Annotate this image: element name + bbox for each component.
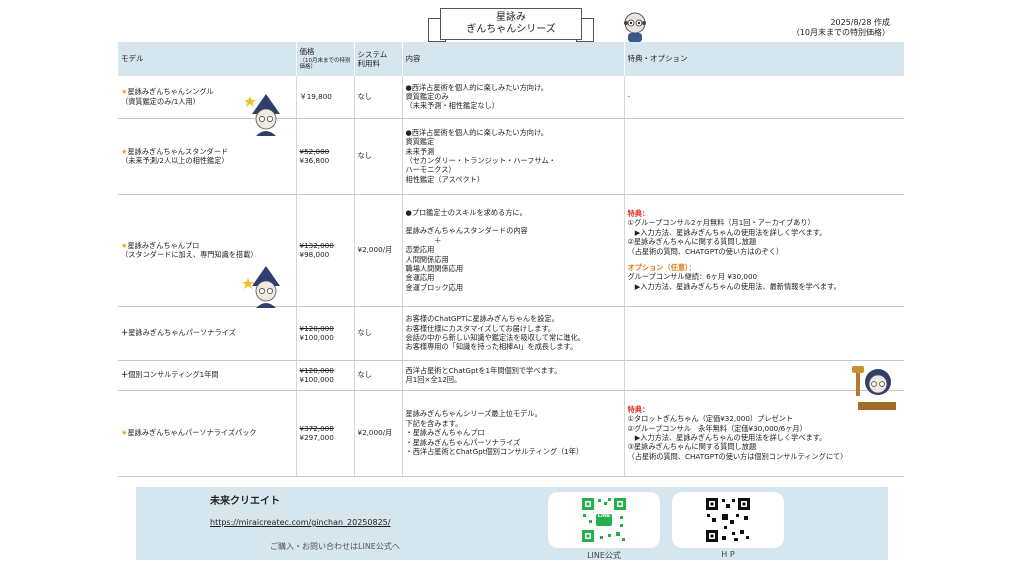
fee-cell: ¥2,000/月 <box>354 194 403 307</box>
ginchan-mascot-icon <box>624 12 646 42</box>
content-cell: ●西洋占星術を個人的に楽しみたい方向け。 資質鑑定のみ （未来予測・相性鑑定なし… <box>402 76 625 119</box>
content-cell: 西洋占星術とChatGptを1年間個別で学べます。 月1回×全12回。 <box>402 360 625 391</box>
date-note: （10月末までの特別価格） <box>791 28 890 37</box>
current-price: ¥297,000 <box>299 433 334 442</box>
title-line-1: 星詠み <box>496 12 526 23</box>
pricing-table: モデル 価格 （10月末までの特別価格） システム 利用料 内容 特典・オプショ… <box>118 42 904 477</box>
price-cell: ¥52,000 ¥36,800 <box>296 118 355 195</box>
col-header-benefits: 特典・オプション <box>624 42 904 76</box>
old-price: ¥120,000 <box>299 323 334 333</box>
table-row: ★星詠みぎんちゃんシングル （資質鑑定のみ/1人用） ￥19,800 なし ●西… <box>118 76 904 119</box>
benefits-cell <box>624 118 904 195</box>
price-cell: ¥372,000 ¥297,000 <box>296 390 355 477</box>
benefits-cell: 特典： ①グループコンサル2ヶ月無料（月1回・アーカイブあり） ▶入力方法、星詠… <box>624 194 904 307</box>
qr-card-hp[interactable] <box>672 492 784 548</box>
content-cell: お客様のChatGPTに星詠みぎんちゃんを設定。 お客様仕様にカスタマイズしてお… <box>402 306 625 361</box>
price-cell: ¥132,000 ¥98,000 <box>296 194 355 307</box>
old-price: ¥52,000 <box>299 146 330 156</box>
current-price: ¥36,800 <box>299 156 330 165</box>
old-price: ¥372,000 <box>299 423 334 433</box>
benefits-cell: - <box>624 76 904 119</box>
current-price: ¥100,000 <box>299 333 334 342</box>
old-price: ¥132,000 <box>299 240 334 250</box>
benefits-label: 特典： <box>627 208 650 218</box>
table-header-row: モデル 価格 （10月末までの特別価格） システム 利用料 内容 特典・オプショ… <box>118 42 904 76</box>
date-block: 2025/8/28 作成 （10月末までの特別価格） <box>780 18 890 38</box>
hp-qr-code-icon <box>704 496 752 544</box>
gavel-mascot-icon <box>852 366 896 410</box>
model-cell: ＋個別コンサルティング1年間 <box>118 360 297 391</box>
fee-cell: なし <box>354 306 403 361</box>
company-name: 未来クリエイト <box>210 496 280 507</box>
old-price: ¥120,000 <box>299 365 334 375</box>
option-label: オプション（任意）： <box>627 262 696 272</box>
price-cell: ¥120,000 ¥100,000 <box>296 306 355 361</box>
table-row: ★星詠みぎんちゃんプロ （スタンダードに加え、専門知識を搭載） ¥132,000… <box>118 194 904 307</box>
fee-cell: なし <box>354 118 403 195</box>
price-cell: ￥19,800 <box>296 76 355 119</box>
price-note: （10月末までの特別価格） <box>299 57 351 71</box>
col-header-content: 内容 <box>402 42 625 76</box>
content-cell: ●プロ鑑定士のスキルを求める方に。 星詠みぎんちゃんスタンダードの内容 ＋ 恋愛… <box>402 194 625 307</box>
created-date: 2025/8/28 作成 <box>830 18 890 27</box>
col-header-price: 価格 （10月末までの特別価格） <box>296 42 355 76</box>
fee-cell: なし <box>354 76 403 119</box>
col-header-system-fee: システム 利用料 <box>354 42 403 76</box>
model-cell: ★星詠みぎんちゃんパーソナライズパック <box>118 390 297 477</box>
fee-cell: なし <box>354 360 403 391</box>
col-header-model: モデル <box>118 42 297 76</box>
line-qr-code-icon <box>580 496 628 544</box>
fee-cell: ¥2,000/月 <box>354 390 403 477</box>
title-line-2: ぎんちゃんシリーズ <box>466 24 556 35</box>
line-badge-text: LINE <box>597 513 611 519</box>
qr-caption-line: LINE公式 <box>587 551 621 560</box>
content-cell: ●西洋占星術を個人的に楽しみたい方向け。 資質鑑定 未来予測 （セカンダリー・ト… <box>402 118 625 195</box>
table-row: ＋星詠みぎんちゃんパーソナライズ ¥120,000 ¥100,000 なし お客… <box>118 306 904 361</box>
website-link[interactable]: https://miraicreatec.com/ginchan_2025082… <box>210 518 390 527</box>
benefits-cell <box>624 306 904 361</box>
title-banner: 星詠み ぎんちゃんシリーズ <box>440 8 582 40</box>
content-cell: 星詠みぎんちゃんシリーズ最上位モデル。 下記を含みます。 ・星詠みぎんちゃんプロ… <box>402 390 625 477</box>
qr-caption-hp: H P <box>721 550 735 559</box>
table-row: ＋個別コンサルティング1年間 ¥120,000 ¥100,000 なし 西洋占星… <box>118 360 904 391</box>
table-row: ★星詠みぎんちゃんスタンダード （未来予測/2人以上の相性鑑定） ¥52,000… <box>118 118 904 195</box>
qr-card-line[interactable]: LINE <box>548 492 660 548</box>
model-cell: ＋星詠みぎんちゃんパーソナライズ <box>118 306 297 361</box>
current-price: ¥98,000 <box>299 250 330 259</box>
current-price: ¥100,000 <box>299 375 334 384</box>
contact-note: ご購入・お問い合わせはLINE公式へ <box>270 542 400 551</box>
price-cell: ¥120,000 ¥100,000 <box>296 360 355 391</box>
wizard-mascot-icon <box>244 94 280 136</box>
wizard-mascot-icon <box>242 266 280 308</box>
table-row: ★星詠みぎんちゃんパーソナライズパック ¥372,000 ¥297,000 ¥2… <box>118 390 904 477</box>
